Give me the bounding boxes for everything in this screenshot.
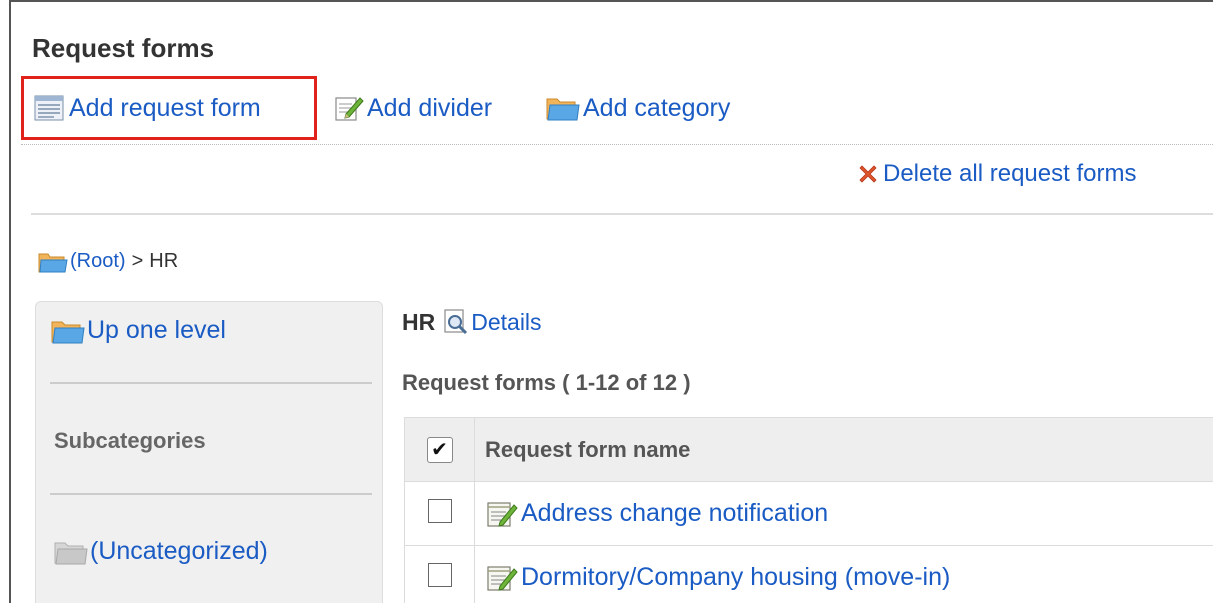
- breadcrumb-separator: >: [131, 250, 144, 272]
- column-header-name[interactable]: Request form name: [474, 417, 1213, 482]
- sidebar-divider: [50, 382, 372, 384]
- category-header: HR Details: [402, 308, 542, 336]
- add-request-form-label[interactable]: Add request form: [69, 94, 261, 123]
- breadcrumb: (Root) > HR: [38, 250, 178, 273]
- category-sidebar: Up one level Subcategories (Uncategorize…: [35, 301, 383, 603]
- select-all-checkbox[interactable]: ✔: [426, 436, 453, 463]
- delete-all-request-forms-button[interactable]: Delete all request forms: [857, 160, 1136, 188]
- up-one-level-label[interactable]: Up one level: [87, 316, 226, 345]
- add-divider-button[interactable]: Add divider: [334, 76, 492, 140]
- row-name-cell: Address change notification: [474, 481, 1213, 546]
- delete-x-icon: [857, 163, 879, 185]
- form-edit-icon: [486, 500, 518, 528]
- details-link[interactable]: Details: [471, 309, 541, 336]
- row-checkbox[interactable]: [427, 563, 452, 587]
- request-form-link[interactable]: Dormitory/Company housing (move-in): [521, 563, 950, 592]
- request-form-link[interactable]: Address change notification: [521, 499, 828, 528]
- folder-icon: [38, 251, 68, 273]
- add-category-label[interactable]: Add category: [583, 94, 730, 123]
- delete-all-label[interactable]: Delete all request forms: [883, 160, 1136, 188]
- row-name-cell: Dormitory/Company housing (move-in): [474, 545, 1213, 603]
- page-frame: Request forms Add request form Add divid…: [9, 0, 1213, 603]
- breadcrumb-root-link[interactable]: (Root): [70, 250, 126, 273]
- request-form-icon: [34, 95, 66, 121]
- row-checkbox[interactable]: [427, 499, 452, 523]
- category-name: HR: [402, 308, 436, 335]
- uncategorized-link[interactable]: (Uncategorized): [54, 537, 268, 566]
- breadcrumb-current: HR: [149, 250, 179, 272]
- form-edit-icon: [486, 564, 518, 592]
- uncategorized-label[interactable]: (Uncategorized): [90, 537, 268, 566]
- edit-note-icon: [334, 94, 364, 122]
- folder-icon: [546, 95, 580, 121]
- sidebar-divider: [50, 493, 372, 495]
- page-title: Request forms: [32, 33, 215, 63]
- select-all-cell: ✔: [404, 417, 475, 482]
- add-divider-label[interactable]: Add divider: [367, 94, 492, 123]
- magnifier-icon: [443, 308, 469, 336]
- section-divider: [31, 213, 1213, 215]
- up-one-level-link[interactable]: Up one level: [51, 316, 226, 345]
- request-forms-table: ✔ Request form name Address change notif…: [404, 417, 1213, 603]
- request-forms-count: Request forms ( 1-12 of 12 ): [402, 370, 691, 395]
- row-checkbox-cell: [404, 481, 475, 546]
- table-row: Address change notification: [404, 481, 1213, 546]
- table-header-row: ✔ Request form name: [404, 417, 1213, 482]
- table-row: Dormitory/Company housing (move-in): [404, 545, 1213, 603]
- gray-folder-icon: [54, 539, 88, 565]
- toolbar: Add request form Add divider Add categor…: [21, 76, 1213, 145]
- add-request-form-button[interactable]: Add request form: [21, 76, 317, 140]
- folder-icon: [51, 318, 85, 344]
- row-checkbox-cell: [404, 545, 475, 603]
- add-category-button[interactable]: Add category: [546, 76, 730, 140]
- subcategories-heading: Subcategories: [54, 428, 206, 453]
